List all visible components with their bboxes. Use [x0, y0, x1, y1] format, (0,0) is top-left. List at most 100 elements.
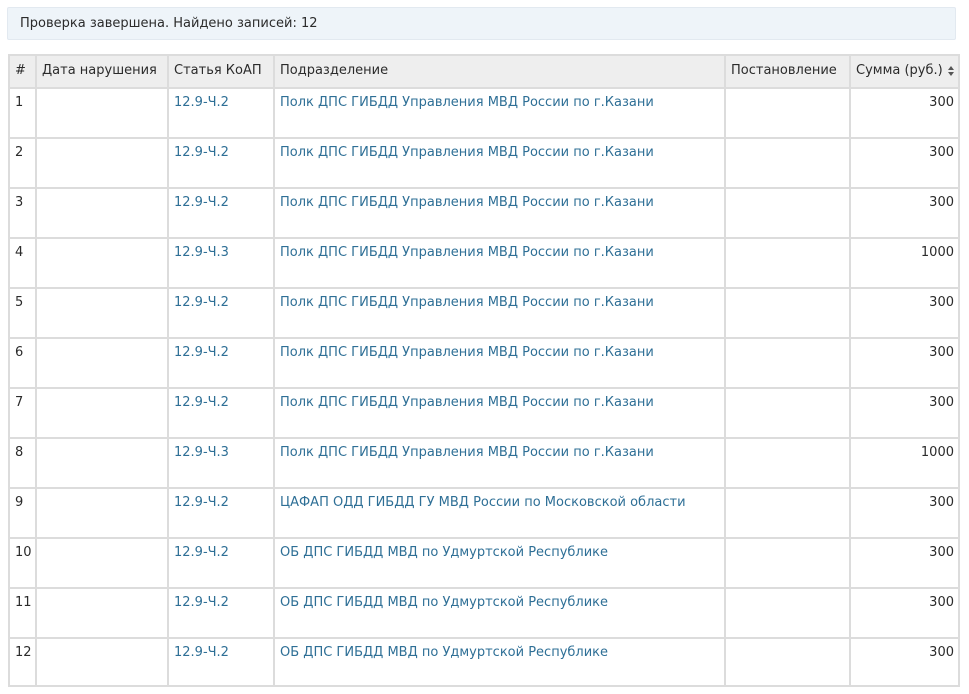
cell-date — [35, 637, 169, 687]
cell-num: 10 — [8, 537, 37, 589]
table-body: 1 12.9-Ч.2 Полк ДПС ГИБДД Управления МВД… — [8, 87, 960, 687]
cell-sum: 300 — [849, 337, 960, 389]
department-link[interactable]: Полк ДПС ГИБДД Управления МВД России по … — [280, 295, 654, 310]
status-bar: Проверка завершена. Найдено записей: 12 — [7, 7, 956, 40]
cell-num: 8 — [8, 437, 37, 489]
table-row: 10 12.9-Ч.2 ОБ ДПС ГИБДД МВД по Удмуртск… — [8, 537, 960, 589]
cell-decree — [724, 537, 851, 589]
cell-department: ЦАФАП ОДД ГИБДД ГУ МВД России по Московс… — [273, 487, 726, 539]
department-link[interactable]: Полк ДПС ГИБДД Управления МВД России по … — [280, 345, 654, 360]
cell-sum: 300 — [849, 387, 960, 439]
cell-date — [35, 187, 169, 239]
department-link[interactable]: ОБ ДПС ГИБДД МВД по Удмуртской Республик… — [280, 645, 608, 660]
cell-decree — [724, 387, 851, 439]
cell-department: ОБ ДПС ГИБДД МВД по Удмуртской Республик… — [273, 587, 726, 639]
department-link[interactable]: Полк ДПС ГИБДД Управления МВД России по … — [280, 195, 654, 210]
cell-decree — [724, 637, 851, 687]
article-link[interactable]: 12.9-Ч.2 — [174, 545, 229, 560]
cell-decree — [724, 237, 851, 289]
department-link[interactable]: ЦАФАП ОДД ГИБДД ГУ МВД России по Московс… — [280, 495, 686, 510]
article-link[interactable]: 12.9-Ч.2 — [174, 595, 229, 610]
cell-date — [35, 387, 169, 439]
table-row: 12 12.9-Ч.2 ОБ ДПС ГИБДД МВД по Удмуртск… — [8, 637, 960, 687]
table-row: 5 12.9-Ч.2 Полк ДПС ГИБДД Управления МВД… — [8, 287, 960, 339]
header-sum[interactable]: Сумма (руб.) — [849, 54, 960, 89]
article-link[interactable]: 12.9-Ч.2 — [174, 95, 229, 110]
article-link[interactable]: 12.9-Ч.2 — [174, 145, 229, 160]
cell-sum: 300 — [849, 637, 960, 687]
cell-date — [35, 437, 169, 489]
article-link[interactable]: 12.9-Ч.2 — [174, 345, 229, 360]
cell-department: Полк ДПС ГИБДД Управления МВД России по … — [273, 237, 726, 289]
cell-num: 2 — [8, 137, 37, 189]
cell-article: 12.9-Ч.2 — [167, 387, 275, 439]
cell-sum: 300 — [849, 537, 960, 589]
cell-sum: 300 — [849, 137, 960, 189]
table-row: 1 12.9-Ч.2 Полк ДПС ГИБДД Управления МВД… — [8, 87, 960, 139]
header-date[interactable]: Дата нарушения — [35, 54, 169, 89]
article-link[interactable]: 12.9-Ч.2 — [174, 495, 229, 510]
cell-article: 12.9-Ч.2 — [167, 287, 275, 339]
cell-date — [35, 537, 169, 589]
header-num[interactable]: # — [8, 54, 37, 89]
cell-num: 5 — [8, 287, 37, 339]
cell-sum: 1000 — [849, 237, 960, 289]
cell-sum: 1000 — [849, 437, 960, 489]
article-link[interactable]: 12.9-Ч.2 — [174, 295, 229, 310]
table-row: 4 12.9-Ч.3 Полк ДПС ГИБДД Управления МВД… — [8, 237, 960, 289]
cell-num: 12 — [8, 637, 37, 687]
cell-article: 12.9-Ч.2 — [167, 637, 275, 687]
department-link[interactable]: Полк ДПС ГИБДД Управления МВД России по … — [280, 395, 654, 410]
header-sum-label: Сумма (руб.) — [856, 63, 943, 78]
cell-department: Полк ДПС ГИБДД Управления МВД России по … — [273, 187, 726, 239]
header-article[interactable]: Статья КоАП — [167, 54, 275, 89]
cell-article: 12.9-Ч.3 — [167, 237, 275, 289]
cell-article: 12.9-Ч.2 — [167, 587, 275, 639]
cell-sum: 300 — [849, 187, 960, 239]
cell-article: 12.9-Ч.2 — [167, 87, 275, 139]
article-link[interactable]: 12.9-Ч.2 — [174, 195, 229, 210]
cell-num: 9 — [8, 487, 37, 539]
cell-sum: 300 — [849, 287, 960, 339]
cell-decree — [724, 187, 851, 239]
header-department[interactable]: Подразделение — [273, 54, 726, 89]
cell-article: 12.9-Ч.2 — [167, 337, 275, 389]
cell-department: Полк ДПС ГИБДД Управления МВД России по … — [273, 137, 726, 189]
table-row: 6 12.9-Ч.2 Полк ДПС ГИБДД Управления МВД… — [8, 337, 960, 389]
cell-date — [35, 487, 169, 539]
department-link[interactable]: Полк ДПС ГИБДД Управления МВД России по … — [280, 145, 654, 160]
table-row: 3 12.9-Ч.2 Полк ДПС ГИБДД Управления МВД… — [8, 187, 960, 239]
department-link[interactable]: ОБ ДПС ГИБДД МВД по Удмуртской Республик… — [280, 545, 608, 560]
cell-num: 4 — [8, 237, 37, 289]
status-message: Проверка завершена. Найдено записей: 12 — [20, 16, 318, 31]
department-link[interactable]: ОБ ДПС ГИБДД МВД по Удмуртской Республик… — [280, 595, 608, 610]
cell-num: 1 — [8, 87, 37, 139]
department-link[interactable]: Полк ДПС ГИБДД Управления МВД России по … — [280, 245, 654, 260]
cell-department: ОБ ДПС ГИБДД МВД по Удмуртской Республик… — [273, 537, 726, 589]
department-link[interactable]: Полк ДПС ГИБДД Управления МВД России по … — [280, 445, 654, 460]
article-link[interactable]: 12.9-Ч.2 — [174, 395, 229, 410]
table-header-row: # Дата нарушения Статья КоАП Подразделен… — [8, 54, 960, 89]
cell-decree — [724, 287, 851, 339]
cell-department: Полк ДПС ГИБДД Управления МВД России по … — [273, 337, 726, 389]
department-link[interactable]: Полк ДПС ГИБДД Управления МВД России по … — [280, 95, 654, 110]
table-row: 7 12.9-Ч.2 Полк ДПС ГИБДД Управления МВД… — [8, 387, 960, 439]
cell-article: 12.9-Ч.3 — [167, 437, 275, 489]
cell-decree — [724, 437, 851, 489]
cell-article: 12.9-Ч.2 — [167, 537, 275, 589]
cell-date — [35, 287, 169, 339]
cell-date — [35, 87, 169, 139]
cell-article: 12.9-Ч.2 — [167, 187, 275, 239]
article-link[interactable]: 12.9-Ч.3 — [174, 445, 229, 460]
article-link[interactable]: 12.9-Ч.3 — [174, 245, 229, 260]
article-link[interactable]: 12.9-Ч.2 — [174, 645, 229, 660]
header-decree[interactable]: Постановление — [724, 54, 851, 89]
cell-department: Полк ДПС ГИБДД Управления МВД России по … — [273, 387, 726, 439]
table-row: 2 12.9-Ч.2 Полк ДПС ГИБДД Управления МВД… — [8, 137, 960, 189]
cell-date — [35, 587, 169, 639]
cell-article: 12.9-Ч.2 — [167, 487, 275, 539]
cell-decree — [724, 87, 851, 139]
cell-num: 7 — [8, 387, 37, 439]
sort-arrows-icon[interactable] — [947, 65, 955, 77]
cell-num: 3 — [8, 187, 37, 239]
